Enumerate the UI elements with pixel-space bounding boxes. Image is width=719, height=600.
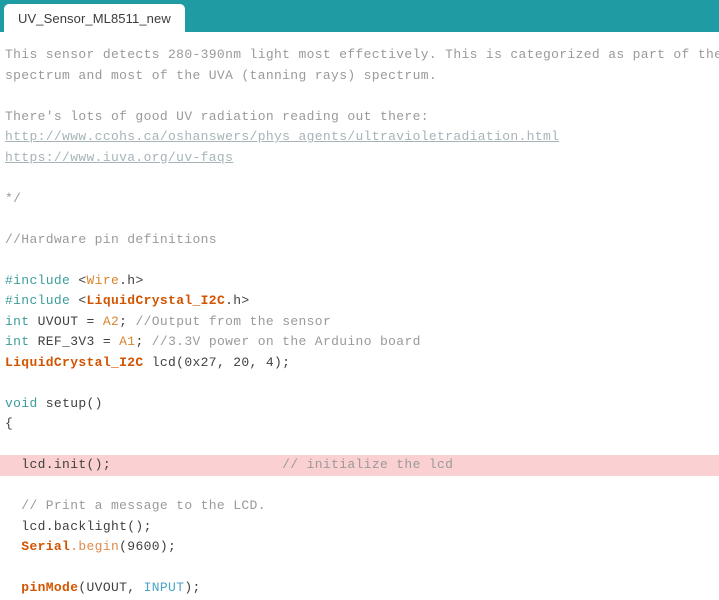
link-iuva[interactable]: https://www.iuva.org/uv-faqs: [5, 150, 233, 165]
code-line-23-print-comment: // Print a message to the LCD.: [0, 496, 719, 517]
inline-comment: // initialize the lcd: [282, 457, 454, 472]
code-text: */: [5, 190, 22, 206]
code-line-4: There's lots of good UV radiation readin…: [0, 107, 719, 128]
code-text: <: [70, 272, 87, 288]
code-text: There's lots of good UV radiation readin…: [5, 108, 429, 124]
keyword-include: #include: [5, 272, 71, 288]
code-text: //Hardware pin definitions: [5, 231, 217, 247]
code-line-27-pinmode: pinMode(UVOUT, INPUT);: [0, 578, 719, 599]
code-line-13-include-lcd: #include <LiquidCrystal_I2C.h>: [0, 291, 719, 312]
code-line-12-include-wire: #include <Wire.h>: [0, 271, 719, 292]
pin-constant: A1: [119, 334, 136, 349]
code-line-14-uvout: int UVOUT = A2; //Output from the sensor: [0, 312, 719, 333]
code-text: .h>: [119, 272, 144, 288]
code-text: setup(): [37, 395, 103, 411]
code-editor[interactable]: This sensor detects 280-390nm light most…: [0, 32, 719, 600]
link-ccohs[interactable]: http://www.ccohs.ca/oshanswers/phys_agen…: [5, 129, 559, 144]
keyword-int: int: [5, 334, 30, 349]
header-name: Wire: [86, 272, 120, 288]
type-name: LiquidCrystal_I2C: [5, 354, 144, 370]
code-text: {: [5, 416, 14, 431]
tab-label: UV_Sensor_ML8511_new: [18, 10, 171, 26]
code-text: lcd.backlight();: [5, 518, 152, 534]
code-line-10: //Hardware pin definitions: [0, 230, 719, 251]
code-text: .h>: [225, 293, 250, 308]
tab-bar: UV_Sensor_ML8511_new: [0, 0, 719, 32]
code-line-15-ref3v3: int REF_3V3 = A1; //3.3V power on the Ar…: [0, 332, 719, 353]
inline-comment: //3.3V power on the Arduino board: [151, 334, 421, 349]
code-line-25-serial-begin: Serial.begin(9600);: [0, 537, 719, 558]
code-text: lcd(0x27, 20, 4);: [143, 354, 291, 370]
code-text: // Print a message to the LCD.: [5, 498, 266, 513]
keyword-void: void: [5, 395, 38, 411]
code-text: lcd.init();: [5, 457, 111, 472]
input-constant: INPUT: [143, 580, 185, 595]
code-text: spectrum and most of the UVA (tanning ra…: [5, 67, 438, 83]
keyword-include: #include: [5, 293, 71, 308]
tab-uv-sensor-ml8511-new[interactable]: UV_Sensor_ML8511_new: [4, 4, 185, 32]
code-line-1: This sensor detects 280-390nm light most…: [0, 45, 719, 66]
code-line-19-brace-open: {: [0, 414, 719, 435]
code-line-18-setup: void setup(): [0, 394, 719, 415]
code-text: ;: [135, 334, 152, 349]
keyword-int: int: [5, 313, 30, 329]
code-text: (9600);: [119, 539, 177, 554]
code-line-6: https://www.iuva.org/uv-faqs: [0, 148, 719, 169]
code-text: ;: [119, 313, 136, 329]
code-text: <: [70, 293, 87, 308]
code-text: );: [184, 580, 201, 595]
code-text: REF_3V3 =: [29, 334, 120, 349]
inline-comment: //Output from the sensor: [135, 313, 332, 329]
code-text: UVOUT =: [29, 313, 103, 329]
code-line-2: spectrum and most of the UVA (tanning ra…: [0, 66, 719, 87]
code-line-21-lcd-init-highlighted[interactable]: lcd.init(); // initialize the lcd: [0, 455, 719, 476]
code-line-16-lcd-decl: LiquidCrystal_I2C lcd(0x27, 20, 4);: [0, 353, 719, 374]
code-text: This sensor detects 280-390nm light most…: [5, 47, 719, 62]
pinmode-function: pinMode: [5, 580, 79, 595]
code-text: (UVOUT,: [78, 580, 144, 595]
header-name: LiquidCrystal_I2C: [86, 293, 226, 308]
code-line-8: */: [0, 189, 719, 210]
code-line-5: http://www.ccohs.ca/oshanswers/phys_agen…: [0, 127, 719, 148]
pin-constant: A2: [102, 313, 120, 329]
code-line-24-backlight: lcd.backlight();: [0, 517, 719, 538]
serial-object: Serial: [5, 539, 71, 554]
begin-method: .begin: [70, 539, 120, 554]
